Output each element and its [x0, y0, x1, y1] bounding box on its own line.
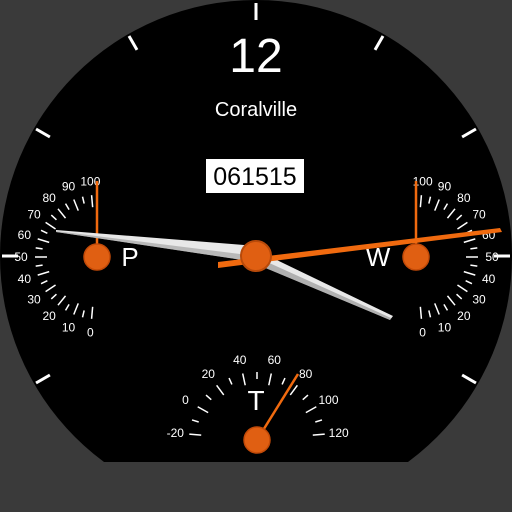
display-bottom-cut [0, 462, 512, 512]
temperature-gauge-label: T [247, 385, 264, 416]
wind-gauge-scale-label: 70 [472, 208, 486, 222]
pressure-gauge-scale-label: 90 [62, 180, 76, 194]
pressure-needle-hub [83, 243, 111, 271]
watch-face: 12 Coralville 061515 0102030405060708090… [0, 0, 512, 512]
pressure-gauge-scale-label: 0 [87, 326, 94, 340]
pressure-gauge-tick [90, 195, 94, 208]
wind-gauge-scale-label: 40 [482, 272, 496, 286]
wind-gauge-scale-label: 30 [472, 292, 486, 306]
wind-gauge-tick [470, 264, 478, 267]
wind-gauge-scale-label: 80 [457, 191, 471, 205]
wind-gauge-tick [470, 247, 478, 250]
pressure-gauge-scale-label: 30 [27, 292, 41, 306]
pressure-gauge-scale-label: 40 [18, 272, 32, 286]
wind-gauge-scale-label: 90 [438, 180, 452, 194]
wind-gauge-scale-label: 10 [438, 320, 452, 334]
temperature-gauge-tick [312, 433, 325, 436]
pressure-gauge-label: P [121, 242, 138, 272]
pressure-gauge-scale-label: 50 [14, 250, 28, 264]
date-code: 061515 [213, 163, 296, 191]
temperature-gauge-scale-label: 120 [329, 426, 349, 440]
pressure-gauge-scale-label: 10 [62, 320, 76, 334]
temperature-gauge-tick [189, 433, 202, 436]
wind-gauge-tick [419, 306, 423, 319]
pressure-gauge-scale-label: 20 [42, 309, 56, 323]
pressure-gauge-tick [90, 306, 94, 319]
temperature-gauge-scale-label: -20 [167, 426, 185, 440]
wind-gauge-scale-label: 50 [485, 250, 499, 264]
pressure-gauge-scale-label: 70 [27, 208, 41, 222]
temperature-gauge-scale-label: 60 [268, 353, 282, 367]
center-hub [240, 240, 272, 272]
temperature-gauge-scale-label: 40 [233, 353, 247, 367]
temperature-gauge-scale-label: 100 [319, 393, 339, 407]
temperature-gauge-scale-label: 20 [202, 367, 216, 381]
wind-gauge-scale-label: 20 [457, 309, 471, 323]
pressure-gauge-scale-label: 80 [42, 191, 56, 205]
wind-gauge-tick [419, 195, 423, 208]
temperature-needle-hub [243, 426, 271, 454]
temperature-gauge-scale-label: 0 [182, 393, 189, 407]
wind-gauge-scale-label: 0 [419, 326, 426, 340]
location-label: Coralville [215, 99, 297, 121]
pressure-gauge-tick [35, 247, 43, 250]
pressure-gauge-scale-label: 60 [18, 228, 32, 242]
hour-numeral-12: 12 [229, 30, 282, 83]
wind-needle-hub [402, 243, 430, 271]
pressure-gauge-tick [35, 264, 43, 267]
temperature-gauge-scale-label: 80 [299, 367, 313, 381]
